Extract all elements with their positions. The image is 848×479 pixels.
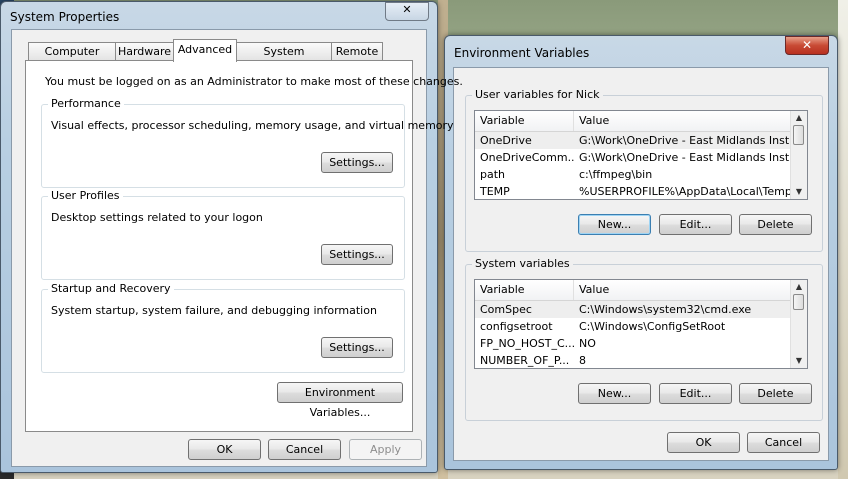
- system-edit-button[interactable]: Edit...: [659, 383, 732, 404]
- startup-recovery-group: Startup and Recovery System startup, sys…: [41, 282, 405, 373]
- variable-cell: TEMP: [480, 185, 510, 198]
- column-header-variable[interactable]: Variable: [475, 280, 574, 300]
- variable-cell: ComSpec: [480, 303, 532, 316]
- scroll-down-icon[interactable]: ▼: [791, 354, 807, 368]
- desktop-background-right: [838, 0, 848, 479]
- cancel-button[interactable]: Cancel: [747, 432, 820, 453]
- startup-recovery-settings-button[interactable]: Settings...: [321, 337, 393, 358]
- system-variables-list[interactable]: Variable Value ComSpec C:\Windows\system…: [474, 279, 808, 369]
- variable-cell: configsetroot: [480, 320, 553, 333]
- user-new-button[interactable]: New...: [578, 214, 651, 235]
- ok-button[interactable]: OK: [667, 432, 740, 453]
- variable-cell: FP_NO_HOST_C...: [480, 337, 574, 350]
- user-profiles-group: User Profiles Desktop settings related t…: [41, 189, 405, 280]
- window-title: System Properties: [10, 10, 120, 24]
- column-header-value[interactable]: Value: [574, 280, 791, 300]
- tab-system-protection[interactable]: System Protection: [236, 42, 332, 76]
- tab-label: Advanced: [177, 43, 233, 56]
- environment-variables-window: Environment Variables ✕ User variables f…: [444, 35, 838, 470]
- close-button[interactable]: ✕: [385, 2, 429, 21]
- startup-recovery-description: System startup, system failure, and debu…: [51, 304, 377, 317]
- user-profiles-description: Desktop settings related to your logon: [51, 211, 263, 224]
- scroll-up-icon[interactable]: ▲: [791, 111, 807, 125]
- variable-cell: OneDrive: [480, 134, 532, 147]
- cancel-button[interactable]: Cancel: [268, 439, 341, 460]
- table-row[interactable]: ComSpec C:\Windows\system32\cmd.exe: [475, 301, 791, 318]
- system-variables-group: System variables Variable Value ComSpec …: [465, 257, 823, 421]
- value-cell: NO: [579, 337, 596, 350]
- list-header: Variable Value: [475, 280, 807, 301]
- value-cell: c:\ffmpeg\bin: [579, 168, 653, 181]
- close-button[interactable]: ✕: [785, 36, 829, 55]
- environment-variables-button[interactable]: Environment Variables...: [277, 382, 403, 419]
- table-row[interactable]: FP_NO_HOST_C... NO: [475, 335, 791, 352]
- tab-label: Hardware: [117, 45, 172, 58]
- user-variables-title: User variables for Nick: [472, 88, 603, 101]
- performance-description: Visual effects, processor scheduling, me…: [51, 119, 454, 132]
- close-icon: ✕: [801, 38, 813, 52]
- user-profiles-settings-button[interactable]: Settings...: [321, 244, 393, 265]
- tab-advanced[interactable]: Advanced: [173, 39, 237, 62]
- performance-title: Performance: [48, 97, 124, 110]
- list-header: Variable Value: [475, 111, 807, 132]
- tab-computer-name[interactable]: Computer Name: [28, 42, 116, 76]
- startup-recovery-title: Startup and Recovery: [48, 282, 174, 295]
- table-row[interactable]: configsetroot C:\Windows\ConfigSetRoot: [475, 318, 791, 335]
- value-cell: G:\Work\OneDrive - East Midlands Instr..…: [579, 134, 791, 147]
- performance-group: Performance Visual effects, processor sc…: [41, 97, 454, 188]
- user-variables-group: User variables for Nick Variable Value O…: [465, 88, 823, 252]
- system-variables-title: System variables: [472, 257, 573, 270]
- scroll-down-icon[interactable]: ▼: [791, 185, 807, 199]
- environment-variables-client: User variables for Nick Variable Value O…: [453, 67, 829, 461]
- column-header-variable[interactable]: Variable: [475, 111, 574, 131]
- table-row[interactable]: NUMBER_OF_P... 8: [475, 352, 791, 368]
- scroll-up-icon[interactable]: ▲: [791, 280, 807, 294]
- variable-cell: OneDriveComm...: [480, 151, 574, 164]
- scroll-thumb[interactable]: [793, 294, 804, 310]
- tab-label: Remote: [335, 45, 379, 58]
- user-variables-list[interactable]: Variable Value OneDrive G:\Work\OneDrive…: [474, 110, 808, 200]
- value-cell: C:\Windows\system32\cmd.exe: [579, 303, 752, 316]
- admin-note: You must be logged on as an Administrato…: [45, 75, 463, 88]
- value-cell: G:\Work\OneDrive - East Midlands Instr..…: [579, 151, 791, 164]
- table-row[interactable]: TEMP %USERPROFILE%\AppData\Local\Temp: [475, 183, 791, 199]
- ok-button[interactable]: OK: [188, 439, 261, 460]
- variable-cell: path: [480, 168, 506, 181]
- user-delete-button[interactable]: Delete: [739, 214, 812, 235]
- performance-settings-button[interactable]: Settings...: [321, 152, 393, 173]
- table-row[interactable]: OneDriveComm... G:\Work\OneDrive - East …: [475, 149, 791, 166]
- close-icon: ✕: [402, 3, 412, 16]
- tab-hardware[interactable]: Hardware: [115, 42, 174, 61]
- system-new-button[interactable]: New...: [578, 383, 651, 404]
- system-properties-window: System Properties ✕ Computer Name Hardwa…: [0, 1, 463, 473]
- value-cell: %USERPROFILE%\AppData\Local\Temp: [579, 185, 791, 198]
- variable-cell: NUMBER_OF_P...: [480, 354, 570, 367]
- vertical-scrollbar[interactable]: ▲ ▼: [790, 280, 807, 368]
- advanced-tab-panel: You must be logged on as an Administrato…: [25, 60, 463, 432]
- window-title: Environment Variables: [454, 46, 590, 60]
- value-cell: 8: [579, 354, 586, 367]
- column-header-value[interactable]: Value: [574, 111, 791, 131]
- scroll-thumb[interactable]: [793, 125, 804, 145]
- table-row[interactable]: path c:\ffmpeg\bin: [475, 166, 791, 183]
- vertical-scrollbar[interactable]: ▲ ▼: [790, 111, 807, 199]
- apply-button[interactable]: Apply: [349, 439, 422, 460]
- table-row[interactable]: OneDrive G:\Work\OneDrive - East Midland…: [475, 132, 791, 149]
- value-cell: C:\Windows\ConfigSetRoot: [579, 320, 726, 333]
- tab-remote[interactable]: Remote: [331, 42, 383, 61]
- user-profiles-title: User Profiles: [48, 189, 123, 202]
- system-delete-button[interactable]: Delete: [739, 383, 812, 404]
- user-edit-button[interactable]: Edit...: [659, 214, 732, 235]
